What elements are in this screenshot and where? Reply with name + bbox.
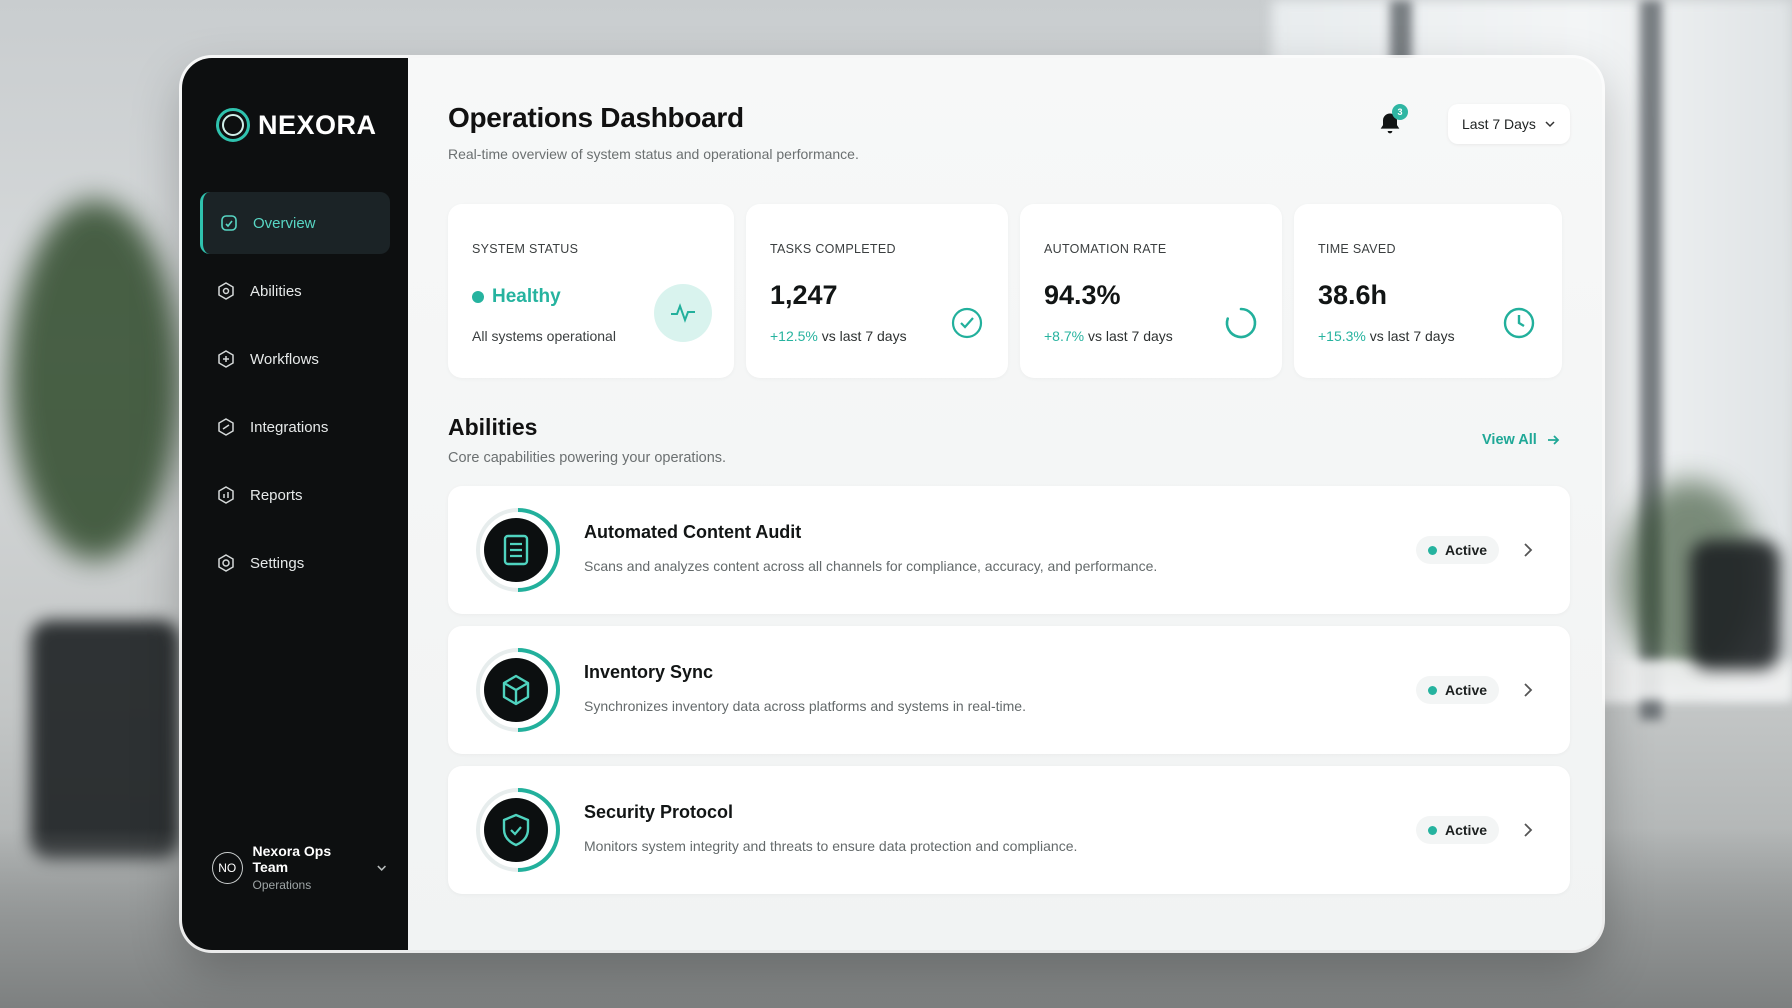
view-all-label: View All — [1482, 432, 1537, 448]
status-label: Active — [1445, 542, 1488, 558]
progress-ring-icon — [1225, 307, 1257, 339]
sidebar: NEXORA Overview Abilities Workflows Inte… — [182, 58, 408, 950]
gear-icon — [218, 554, 234, 572]
delta-suffix: vs last 7 days — [817, 328, 907, 344]
status-value: Healthy — [492, 286, 561, 307]
ability-description: Monitors system integrity and threats to… — [584, 838, 1078, 854]
stat-delta: +8.7% vs last 7 days — [1044, 328, 1173, 344]
team-role: Operations — [252, 878, 312, 892]
status-label: Active — [1445, 822, 1488, 838]
stat-label: AUTOMATION RATE — [1044, 242, 1167, 256]
abilities-icon — [218, 282, 234, 300]
status-subtext: All systems operational — [472, 328, 616, 344]
status-label: Active — [1445, 682, 1488, 698]
pulse-icon — [654, 284, 712, 342]
stat-value: 38.6h — [1318, 280, 1388, 310]
page-title: Operations Dashboard — [448, 102, 744, 133]
avatar: NO — [212, 851, 243, 884]
shield-icon — [476, 788, 560, 872]
sidebar-item-label: Overview — [253, 214, 316, 232]
app-window: NEXORA Overview Abilities Workflows Inte… — [182, 58, 1602, 950]
overview-icon — [221, 215, 237, 231]
background-chair — [30, 620, 180, 860]
date-range-select[interactable]: Last 7 Days — [1448, 104, 1570, 144]
stat-card-tasks-completed[interactable]: TASKS COMPLETED 1,247 +12.5% vs last 7 d… — [746, 204, 1008, 378]
delta-value: +8.7% — [1044, 328, 1085, 344]
stat-label: TASKS COMPLETED — [770, 242, 896, 256]
chevron-right-icon[interactable] — [1518, 680, 1538, 700]
stat-delta: +12.5% vs last 7 days — [770, 328, 907, 344]
sidebar-item-workflows[interactable]: Workflows — [200, 328, 390, 390]
sidebar-item-label: Abilities — [250, 282, 302, 300]
stat-card-automation-rate[interactable]: AUTOMATION RATE 94.3% +8.7% vs last 7 da… — [1020, 204, 1282, 378]
cube-icon — [476, 648, 560, 732]
chevron-down-icon — [377, 865, 386, 871]
sidebar-item-settings[interactable]: Settings — [200, 532, 390, 594]
page-subtitle: Real-time overview of system status and … — [448, 146, 859, 162]
ability-card-content-audit[interactable]: Automated Content Audit Scans and analyz… — [448, 486, 1570, 614]
chevron-right-icon[interactable] — [1518, 540, 1538, 560]
background-chair — [1690, 540, 1780, 670]
ability-card-inventory-sync[interactable]: Inventory Sync Synchronizes inventory da… — [448, 626, 1570, 754]
ability-description: Synchronizes inventory data across platf… — [584, 698, 1026, 714]
sidebar-item-label: Workflows — [250, 350, 319, 368]
sidebar-item-abilities[interactable]: Abilities — [200, 260, 390, 322]
delta-suffix: vs last 7 days — [1365, 328, 1455, 344]
ability-card-security-protocol[interactable]: Security Protocol Monitors system integr… — [448, 766, 1570, 894]
team-name: Nexora Ops Team — [252, 843, 332, 875]
status-badge: Active — [1416, 816, 1500, 844]
reports-icon — [218, 486, 234, 504]
document-icon — [476, 508, 560, 592]
team-switcher[interactable]: NO Nexora Ops Team Operations — [212, 843, 388, 892]
check-circle-icon — [951, 307, 983, 339]
status-dot — [1428, 685, 1437, 695]
ability-description: Scans and analyzes content across all ch… — [584, 558, 1158, 574]
chevron-down-icon — [1545, 121, 1555, 128]
integrations-icon — [218, 418, 234, 436]
stat-delta: +15.3% vs last 7 days — [1318, 328, 1455, 344]
ability-title: Security Protocol — [584, 802, 734, 822]
section-title: Abilities — [448, 414, 538, 440]
brand-name: NEXORA — [258, 109, 377, 140]
stat-card-time-saved[interactable]: TIME SAVED 38.6h +15.3% vs last 7 days — [1294, 204, 1562, 378]
delta-value: +15.3% — [1318, 328, 1366, 344]
stat-value: 1,247 — [770, 280, 838, 310]
chevron-right-icon[interactable] — [1518, 820, 1538, 840]
view-all-link[interactable]: View All — [1482, 432, 1561, 448]
delta-suffix: vs last 7 days — [1084, 328, 1173, 344]
stat-label: SYSTEM STATUS — [472, 242, 579, 256]
stat-value: 94.3% — [1044, 280, 1121, 310]
status-dot — [1428, 825, 1437, 835]
date-range-value: Last 7 Days — [1462, 116, 1536, 132]
sidebar-item-overview[interactable]: Overview — [200, 192, 390, 254]
sidebar-item-integrations[interactable]: Integrations — [200, 396, 390, 458]
stats-row: SYSTEM STATUS Healthy All systems operat… — [448, 204, 1562, 378]
sidebar-item-label: Integrations — [250, 418, 329, 436]
logo-icon — [216, 108, 250, 142]
stat-card-system-status[interactable]: SYSTEM STATUS Healthy All systems operat… — [448, 204, 734, 378]
clock-icon — [1503, 307, 1535, 339]
status-badge: Active — [1416, 676, 1500, 704]
brand-logo[interactable]: NEXORA — [216, 108, 377, 142]
section-subtitle: Core capabilities powering your operatio… — [448, 450, 727, 466]
arrow-right-icon — [1547, 435, 1560, 445]
sidebar-nav: Overview Abilities Workflows Integration… — [200, 192, 390, 600]
notification-badge: 3 — [1392, 104, 1408, 120]
stat-label: TIME SAVED — [1318, 242, 1396, 256]
ability-title: Inventory Sync — [584, 662, 714, 682]
status-badge: Active — [1416, 536, 1500, 564]
team-info: Nexora Ops Team Operations — [253, 843, 365, 892]
abilities-list: Automated Content Audit Scans and analyz… — [448, 486, 1570, 906]
workflows-icon — [218, 350, 234, 368]
delta-value: +12.5% — [770, 328, 818, 344]
main-content: Operations Dashboard Real-time overview … — [408, 58, 1602, 950]
sidebar-item-reports[interactable]: Reports — [200, 464, 390, 526]
ability-title: Automated Content Audit — [584, 522, 802, 542]
status-dot — [1428, 545, 1437, 555]
background-plant — [10, 200, 180, 560]
sidebar-item-label: Settings — [250, 554, 305, 572]
sidebar-item-label: Reports — [250, 486, 303, 504]
status-dot — [472, 291, 484, 303]
status-indicator: Healthy — [472, 286, 561, 308]
